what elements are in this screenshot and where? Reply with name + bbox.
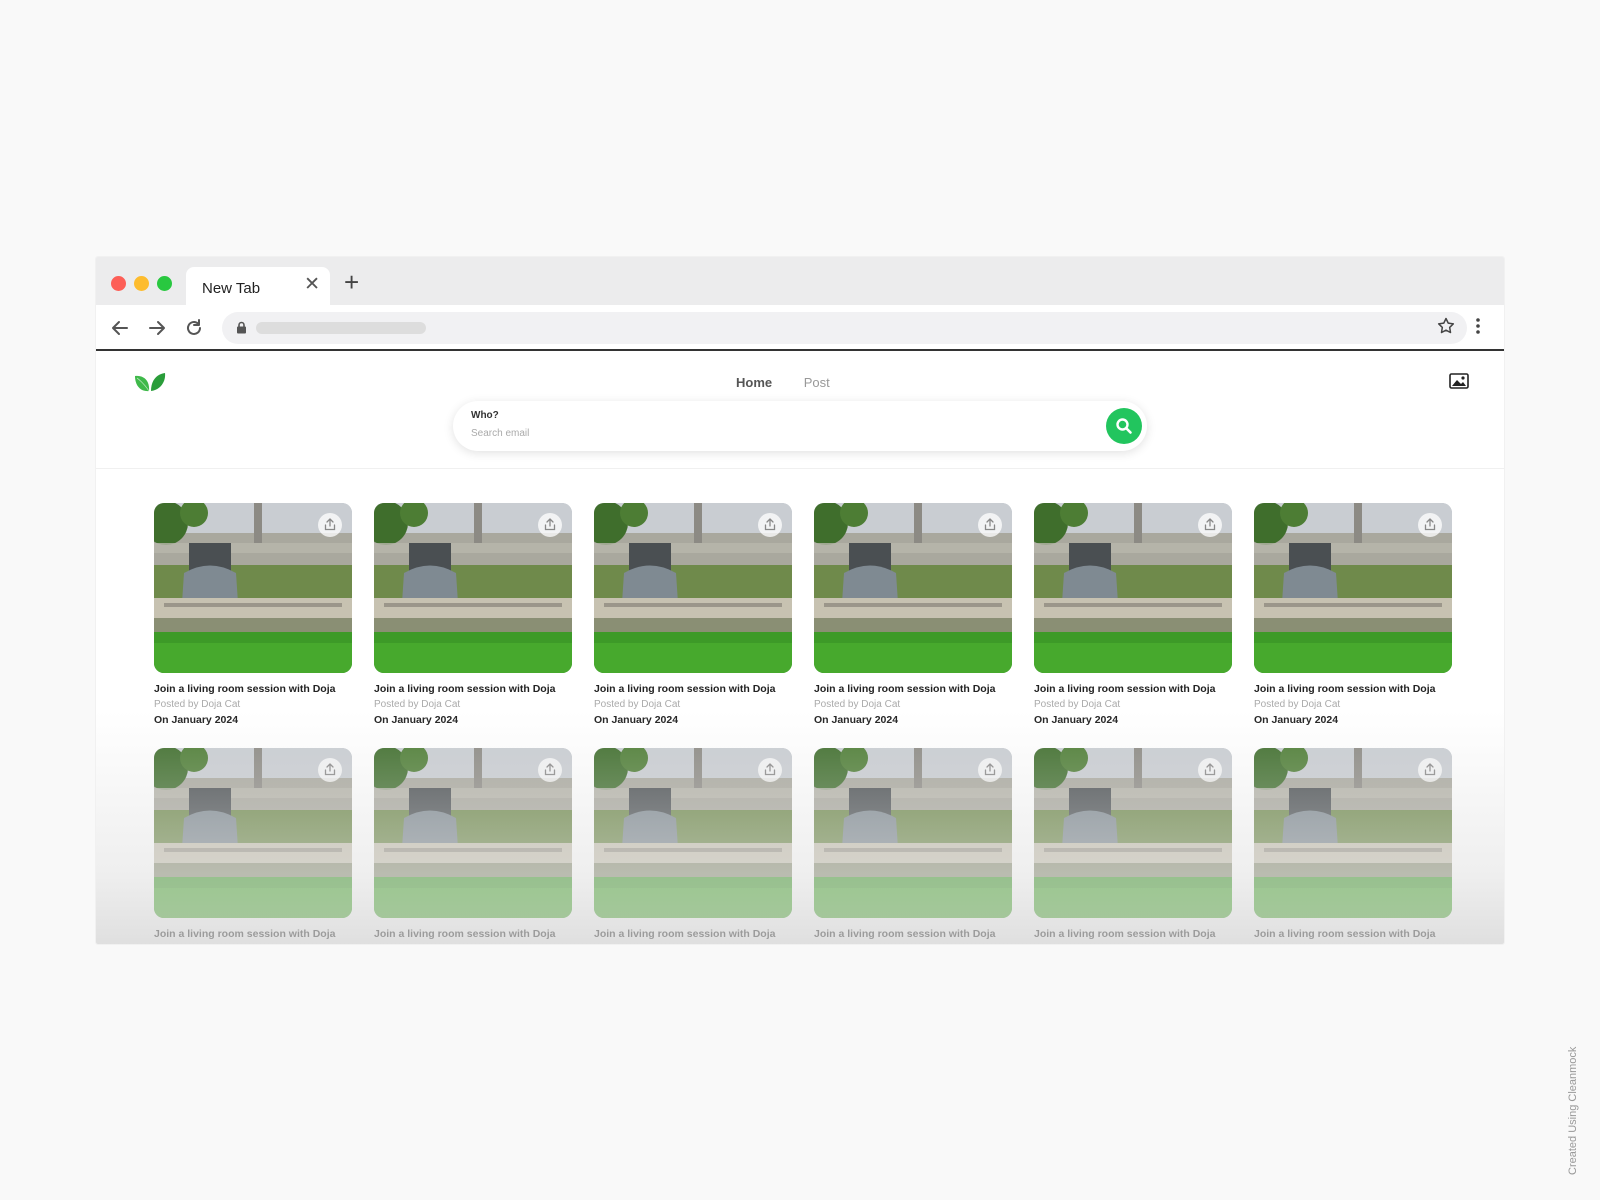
post-title: Join a living room session with Doja <box>1254 928 1436 940</box>
post-card[interactable]: Join a living room session with Doja Pos… <box>594 748 792 944</box>
share-icon[interactable] <box>978 513 1002 537</box>
post-image[interactable] <box>594 748 792 918</box>
post-author: Posted by Doja Cat <box>594 699 681 710</box>
post-date: On January 2024 <box>594 714 679 726</box>
post-title: Join a living room session with Doja <box>814 683 996 695</box>
lock-icon <box>236 321 247 339</box>
post-card[interactable]: Join a living room session with Doja Pos… <box>1034 503 1232 726</box>
leaf-logo-icon[interactable] <box>134 371 166 398</box>
post-date: On January 2024 <box>1254 714 1339 726</box>
post-card[interactable]: Join a living room session with Doja Pos… <box>374 503 572 726</box>
new-tab-button[interactable]: + <box>344 269 359 295</box>
post-date: On January 2024 <box>374 714 459 726</box>
share-icon[interactable] <box>758 513 782 537</box>
post-author: Posted by Doja Cat <box>814 699 901 710</box>
post-image[interactable] <box>1254 748 1452 918</box>
post-author: Posted by Doja Cat <box>1254 699 1341 710</box>
post-card[interactable]: Join a living room session with Doja Pos… <box>814 503 1012 726</box>
post-card[interactable]: Join a living room session with Doja Pos… <box>814 748 1012 944</box>
post-image[interactable] <box>1034 748 1232 918</box>
share-icon[interactable] <box>318 513 342 537</box>
page-viewport: Home Post Who? Join a livin <box>96 351 1504 944</box>
nav-post-link[interactable]: Post <box>804 375 830 390</box>
post-date: On January 2024 <box>1034 714 1119 726</box>
post-title: Join a living room session with Doja <box>374 683 556 695</box>
post-author: Posted by Doja Cat <box>1034 699 1121 710</box>
back-arrow-icon[interactable] <box>109 317 131 339</box>
post-date: On January 2024 <box>814 714 899 726</box>
post-date: On January 2024 <box>154 714 239 726</box>
post-title: Join a living room session with Doja <box>1034 928 1216 940</box>
image-icon[interactable] <box>1449 373 1469 394</box>
url-placeholder-bar <box>256 322 426 334</box>
post-image[interactable] <box>594 503 792 673</box>
post-author: Posted by Doja Cat <box>374 699 461 710</box>
watermark: Created Using Cleanmock <box>1567 1046 1579 1175</box>
share-icon[interactable] <box>1418 758 1442 782</box>
post-card[interactable]: Join a living room session with Doja Pos… <box>594 503 792 726</box>
post-image[interactable] <box>154 503 352 673</box>
post-card[interactable]: Join a living room session with Doja Pos… <box>154 748 352 944</box>
minimize-window-button[interactable] <box>134 276 149 291</box>
forward-arrow-icon[interactable] <box>146 317 168 339</box>
share-icon[interactable] <box>538 513 562 537</box>
post-grid: Join a living room session with Doja Pos… <box>154 503 1474 944</box>
tab-bar: New Tab ✕ + <box>96 257 1504 305</box>
post-author: Posted by Doja Cat <box>154 699 241 710</box>
post-title: Join a living room session with Doja <box>154 928 336 940</box>
post-title: Join a living room session with Doja <box>1034 683 1216 695</box>
search-input[interactable] <box>471 428 1071 439</box>
tab-title: New Tab <box>202 280 261 297</box>
post-card[interactable]: Join a living room session with Doja Pos… <box>154 503 352 726</box>
share-icon[interactable] <box>538 758 562 782</box>
reload-icon[interactable] <box>183 317 205 339</box>
post-title: Join a living room session with Doja <box>374 928 556 940</box>
post-card[interactable]: Join a living room session with Doja Pos… <box>374 748 572 944</box>
post-image[interactable] <box>1034 503 1232 673</box>
address-bar[interactable] <box>222 312 1467 344</box>
tab-close-icon[interactable]: ✕ <box>304 275 320 295</box>
main-nav: Home Post <box>736 375 830 390</box>
share-icon[interactable] <box>758 758 782 782</box>
search-button[interactable] <box>1106 408 1142 444</box>
post-image[interactable] <box>814 503 1012 673</box>
close-window-button[interactable] <box>111 276 126 291</box>
post-image[interactable] <box>374 748 572 918</box>
site-header: Home Post Who? <box>96 351 1504 469</box>
nav-home-link[interactable]: Home <box>736 375 772 390</box>
search-bar: Who? <box>453 401 1147 451</box>
share-icon[interactable] <box>978 758 1002 782</box>
share-icon[interactable] <box>1198 513 1222 537</box>
share-icon[interactable] <box>1418 513 1442 537</box>
post-title: Join a living room session with Doja <box>1254 683 1436 695</box>
post-image[interactable] <box>1254 503 1452 673</box>
browser-tab[interactable]: New Tab ✕ <box>186 267 330 305</box>
share-icon[interactable] <box>318 758 342 782</box>
search-label: Who? <box>471 410 499 421</box>
post-card[interactable]: Join a living room session with Doja Pos… <box>1254 748 1452 944</box>
post-title: Join a living room session with Doja <box>594 928 776 940</box>
browser-toolbar <box>96 305 1504 351</box>
post-card[interactable]: Join a living room session with Doja Pos… <box>1034 748 1232 944</box>
post-image[interactable] <box>154 748 352 918</box>
post-title: Join a living room session with Doja <box>154 683 336 695</box>
post-image[interactable] <box>374 503 572 673</box>
post-title: Join a living room session with Doja <box>814 928 996 940</box>
post-image[interactable] <box>814 748 1012 918</box>
post-title: Join a living room session with Doja <box>594 683 776 695</box>
maximize-window-button[interactable] <box>157 276 172 291</box>
post-card[interactable]: Join a living room session with Doja Pos… <box>1254 503 1452 726</box>
bookmark-star-icon[interactable] <box>1436 316 1456 341</box>
share-icon[interactable] <box>1198 758 1222 782</box>
more-menu-icon[interactable] <box>1474 316 1482 341</box>
browser-window: New Tab ✕ + Home Post Who? Search email … <box>96 257 1504 944</box>
